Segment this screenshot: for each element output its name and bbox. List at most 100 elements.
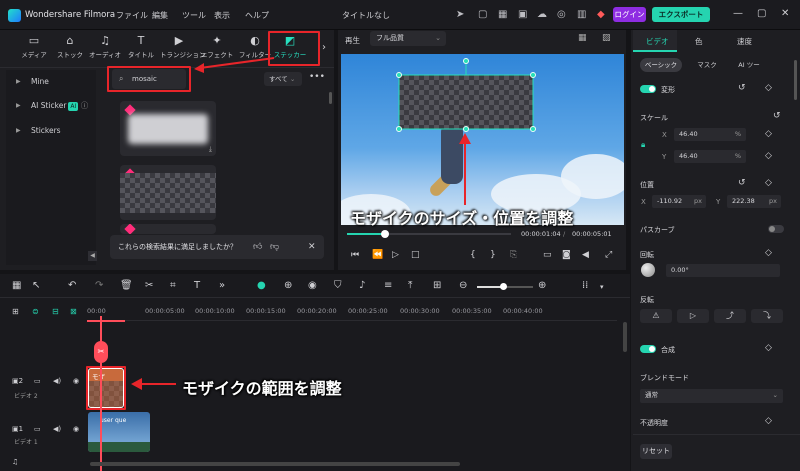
crop-icon[interactable]: ⌗: [170, 280, 176, 291]
delete-icon[interactable]: 🗑︎: [120, 280, 133, 291]
grid-icon[interactable]: ▦: [498, 9, 507, 20]
keyframe-diamond-icon[interactable]: ◇: [765, 343, 772, 353]
keyframe-diamond-icon[interactable]: ◇: [765, 178, 772, 188]
folder-icon[interactable]: ▭: [34, 425, 41, 433]
eye-icon[interactable]: ◉: [73, 425, 79, 433]
resize-handle[interactable]: [530, 126, 536, 132]
sticker-thumb-mosaic[interactable]: [120, 165, 216, 220]
collapse-sidebar-icon[interactable]: ◀: [88, 251, 97, 261]
playhead-scissors-icon[interactable]: ✂: [94, 341, 108, 363]
image-icon[interactable]: ▣: [518, 9, 527, 20]
menu-help[interactable]: ヘルプ: [245, 10, 269, 21]
zoom-in-icon[interactable]: ⊕: [538, 280, 546, 291]
quality-dropdown[interactable]: フル品質 ⌄: [370, 31, 446, 46]
prev-frame-icon[interactable]: ⏮: [351, 250, 359, 260]
position-x-input[interactable]: -110.92 px: [652, 195, 706, 208]
subtab-ai-tools[interactable]: AI ツー: [730, 58, 768, 72]
layout-icon[interactable]: ▦: [12, 280, 21, 291]
export-frame-icon[interactable]: ⤒: [408, 280, 412, 291]
cart-icon[interactable]: ◆: [597, 9, 605, 20]
snapshot-image-icon[interactable]: ▨: [602, 33, 611, 43]
eye-icon[interactable]: ◉: [73, 377, 79, 385]
keyframe-diamond-icon[interactable]: ◇: [765, 248, 772, 258]
keyframe-diamond-icon[interactable]: ◇: [765, 416, 772, 426]
rotate-cw-icon[interactable]: ⤴: [714, 309, 746, 323]
mic-icon[interactable]: ♪: [359, 280, 365, 291]
bookmark-icon[interactable]: ▢: [478, 9, 487, 20]
camera-icon[interactable]: ◙: [562, 250, 571, 260]
rotate-handle[interactable]: [463, 58, 469, 64]
panel-scrollbar[interactable]: [794, 60, 797, 100]
keyframe-diamond-icon[interactable]: ◇: [765, 151, 772, 161]
grid-view-icon[interactable]: ▦: [578, 33, 587, 43]
flip-vertical-icon[interactable]: ▷: [677, 309, 709, 323]
resize-handle[interactable]: [530, 72, 536, 78]
sticker-thumb-blur[interactable]: ⤓: [120, 101, 216, 156]
timeline-vscroll[interactable]: [623, 322, 627, 352]
fullscreen-icon[interactable]: ⤢: [605, 250, 612, 260]
step-back-icon[interactable]: ⏪: [372, 250, 383, 260]
position-y-input[interactable]: 222.38 px: [727, 195, 781, 208]
mark-in-icon[interactable]: {: [470, 250, 476, 260]
blend-mode-dropdown[interactable]: 通常 ⌄: [640, 389, 783, 403]
gift-icon[interactable]: ▥: [577, 9, 586, 20]
rotate-ccw-icon[interactable]: ⤵: [751, 309, 783, 323]
tab-title[interactable]: T タイトル: [122, 33, 160, 65]
composite-toggle[interactable]: [640, 345, 656, 353]
monitor-icon[interactable]: ▭: [543, 250, 552, 260]
insert-icon[interactable]: ⎘: [510, 250, 517, 260]
add-track-icon[interactable]: ⊞: [12, 307, 19, 316]
maximize-icon[interactable]: ▢: [757, 8, 766, 19]
split-scissors-icon[interactable]: ✂: [145, 280, 153, 291]
mute-icon[interactable]: ◀): [53, 425, 61, 433]
grid-layout-icon[interactable]: ⁞⁞: [582, 280, 588, 291]
export-button[interactable]: エクスポート: [652, 7, 710, 22]
path-curve-toggle[interactable]: [768, 225, 784, 233]
scale-y-input[interactable]: 46.40%: [674, 150, 746, 163]
resize-handle[interactable]: [396, 72, 402, 78]
playhead-line[interactable]: [100, 316, 102, 471]
subtab-mask[interactable]: マスク: [688, 58, 726, 72]
chevron-down-icon[interactable]: ▾: [600, 283, 604, 291]
redo-icon[interactable]: ↷: [95, 280, 103, 291]
thumbs-up-icon[interactable]: 👍︎: [253, 235, 262, 259]
tab-stock[interactable]: ⌂ ストック: [51, 33, 89, 65]
zoom-slider-thumb[interactable]: [500, 283, 507, 290]
auto-beat-icon[interactable]: ⊕: [284, 280, 292, 291]
chevron-right-icon[interactable]: ›: [322, 42, 326, 53]
mark-out-icon[interactable]: }: [490, 250, 496, 260]
sidebar-item-stickers[interactable]: ▶ Stickers: [6, 121, 96, 141]
send-icon[interactable]: ➤: [456, 9, 464, 20]
select-pointer-icon[interactable]: ↖: [32, 280, 40, 291]
video-clip[interactable]: user que: [88, 412, 150, 452]
cloud-upload-icon[interactable]: ☁: [537, 9, 547, 20]
sidebar-item-mine[interactable]: ▶ Mine: [6, 72, 96, 92]
flip-horizontal-icon[interactable]: ⚠: [640, 309, 672, 323]
minimize-icon[interactable]: —: [733, 8, 743, 19]
tab-media[interactable]: ▭ メディア: [15, 33, 53, 65]
magnet-icon[interactable]: ⊟: [52, 307, 59, 316]
shield-icon[interactable]: ⛉: [334, 280, 342, 291]
zoom-out-icon[interactable]: ⊖: [459, 280, 467, 291]
keyframe-diamond-icon[interactable]: ◇: [765, 83, 772, 93]
more-options-icon[interactable]: •••: [309, 72, 325, 82]
menu-tools[interactable]: ツール: [182, 10, 206, 21]
rotation-dial[interactable]: [641, 263, 655, 277]
close-icon[interactable]: ✕: [308, 235, 316, 259]
folder-icon[interactable]: ▭: [34, 377, 41, 385]
speed-icon[interactable]: ◉: [308, 280, 317, 291]
layers-icon[interactable]: ≡: [384, 280, 392, 291]
text-tool-icon[interactable]: T: [194, 280, 200, 291]
mute-icon[interactable]: ◀): [53, 377, 61, 385]
thumbs-down-icon[interactable]: 👎︎: [270, 235, 279, 259]
close-window-icon[interactable]: ✕: [781, 8, 789, 19]
play-icon[interactable]: ▷: [392, 250, 399, 260]
sidebar-item-ai-sticker[interactable]: ▶ AI Sticker AI ⓘ: [6, 96, 96, 116]
snap-icon[interactable]: ⊠: [70, 307, 77, 316]
library-scrollbar[interactable]: [329, 92, 332, 104]
transform-toggle[interactable]: [640, 85, 656, 93]
menu-edit[interactable]: 編集: [152, 10, 168, 21]
login-button[interactable]: ログイン: [613, 7, 646, 22]
rotation-input[interactable]: 0.00°: [666, 264, 780, 277]
reset-icon[interactable]: ↺: [738, 83, 746, 93]
